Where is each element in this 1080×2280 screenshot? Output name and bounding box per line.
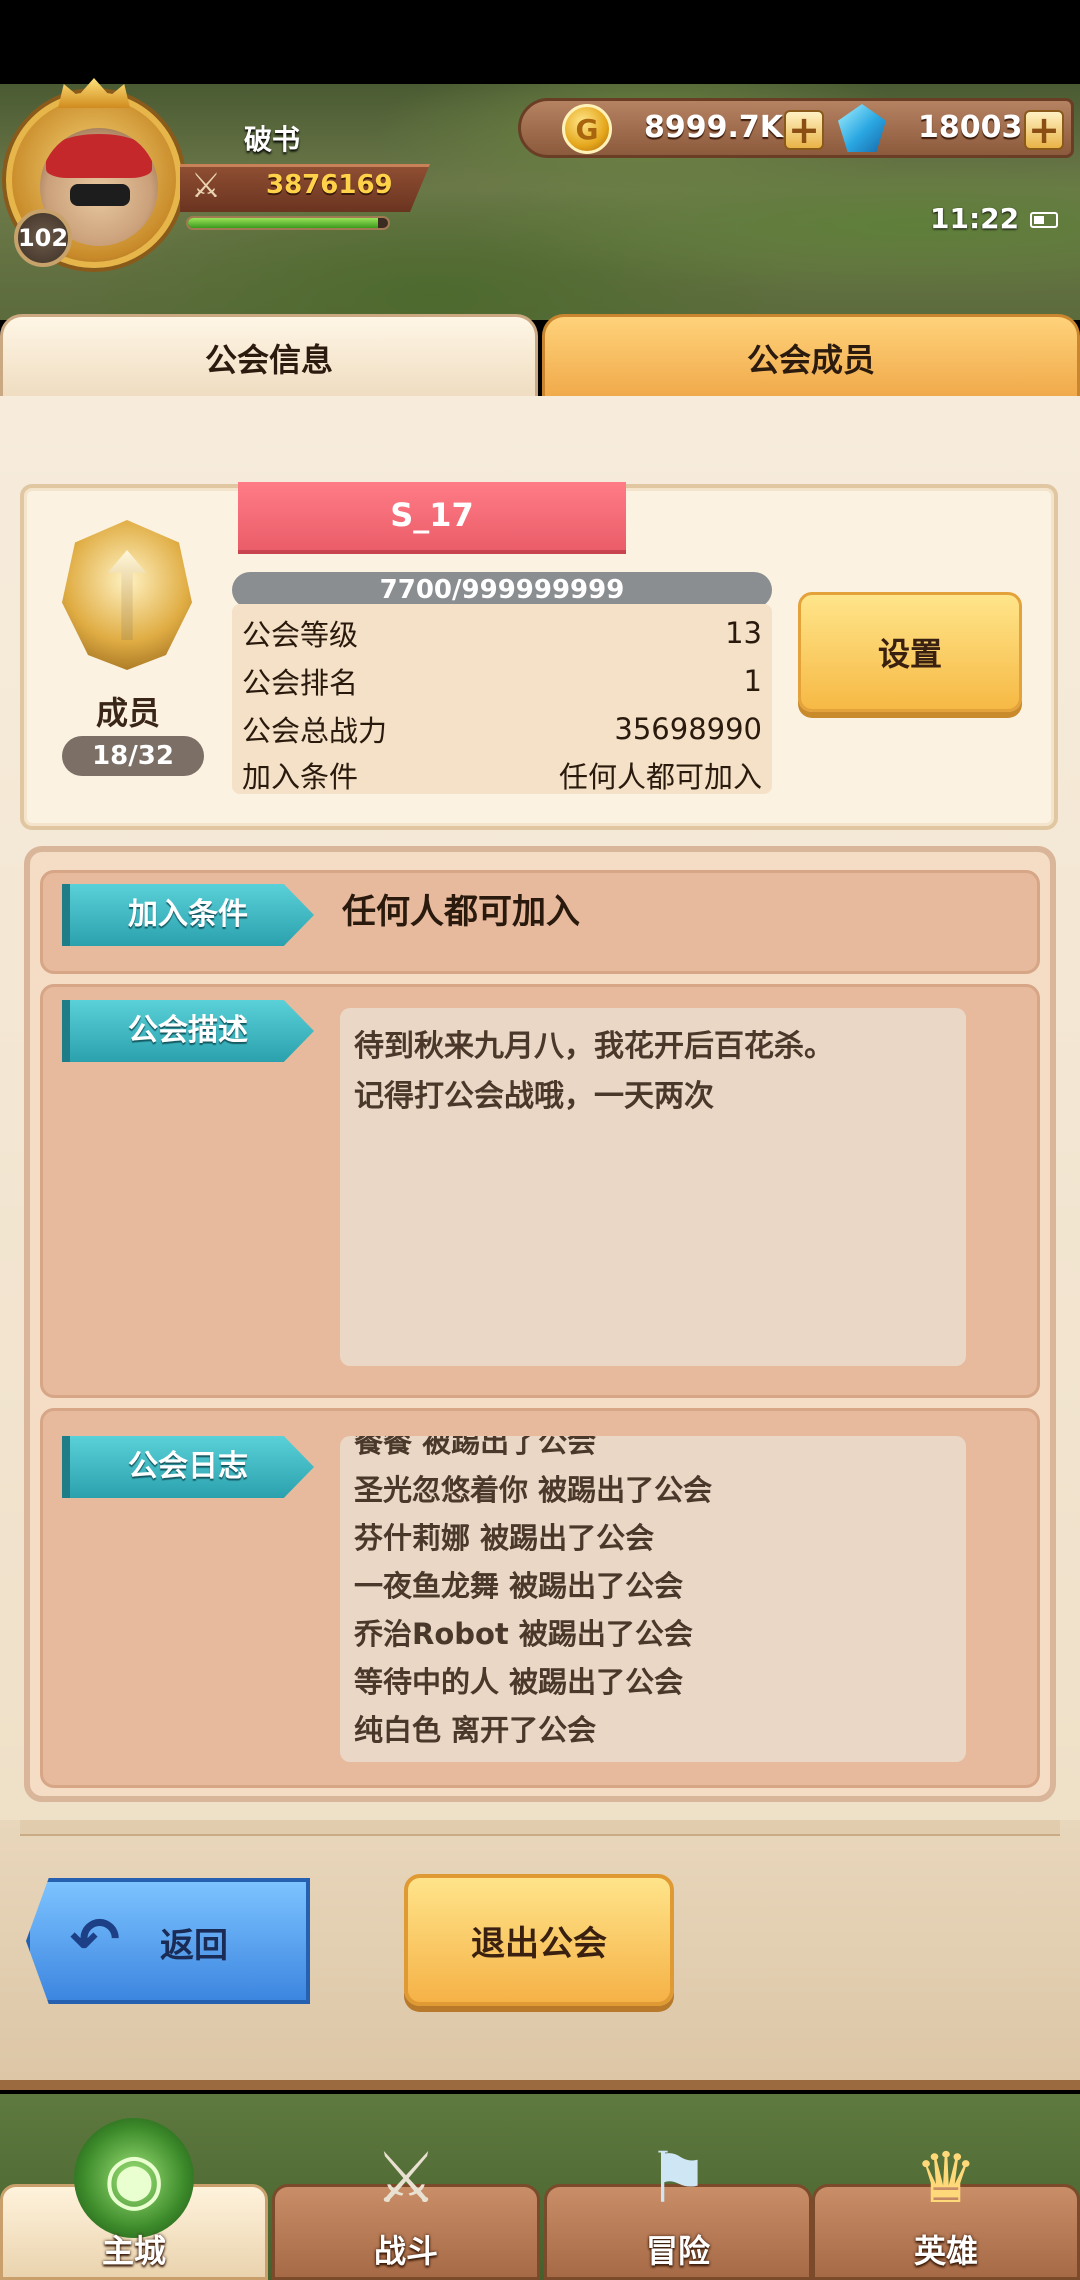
gold-coin-icon: G xyxy=(562,104,612,154)
description-line: 记得打公会战哦，一天两次 xyxy=(354,1079,714,1114)
log-item: 乔治Robot 被踢出了公会 xyxy=(354,1617,693,1651)
log-item: 一夜鱼龙舞 被踢出了公会 xyxy=(354,1569,684,1603)
battery-icon xyxy=(1030,212,1058,228)
add-gems-button[interactable]: + xyxy=(1024,110,1064,150)
guild-stats: 公会等级 13 公会排名 1 公会总战力 35698990 加入条件 任何人都可… xyxy=(232,604,772,794)
nav-label-battle: 战斗 xyxy=(373,2232,438,2270)
guild-name-banner: S_17 xyxy=(238,482,626,554)
nav-label-heroes: 英雄 xyxy=(913,2232,978,2270)
crossed-swords-icon: ⚔ xyxy=(374,2137,438,2219)
description-line: 待到秋来九月八，我花开后百花杀。 xyxy=(354,1029,834,1064)
log-item: 圣光忽悠着你 被踢出了公会 xyxy=(354,1473,713,1507)
coin-amount: 8999.7K xyxy=(644,110,784,145)
leave-guild-button[interactable]: 退出公会 xyxy=(404,1874,674,2006)
nav-label-adventure: 冒险 xyxy=(645,2232,710,2270)
log-item: 芬什莉娜 被踢出了公会 xyxy=(354,1521,655,1555)
back-button-label: 返回 xyxy=(160,1926,228,1966)
status-bar xyxy=(0,0,1080,84)
guild-exp-bar: 7700/999999999 xyxy=(232,572,772,608)
player-level-badge: 102 xyxy=(14,209,72,267)
tab-guild-members[interactable]: 公会成员 xyxy=(542,314,1080,398)
scroll-map-icon: ⚑ xyxy=(646,2137,710,2219)
log-item: 纯白色 离开了公会 xyxy=(354,1713,597,1747)
return-arrow-icon: ↶ xyxy=(69,1905,121,1975)
stat-row-join-condition: 加入条件 任何人都可加入 xyxy=(242,752,762,798)
player-power: 3876169 xyxy=(266,170,393,200)
join-condition-ribbon: 加入条件 xyxy=(62,884,314,946)
add-coins-button[interactable]: + xyxy=(784,110,824,150)
player-exp-fill xyxy=(188,218,378,228)
hero-crest-icon: ♛ xyxy=(914,2137,978,2219)
stat-label: 公会总战力 xyxy=(242,714,388,748)
log-item: 等待中的人 被踢出了公会 xyxy=(354,1665,684,1699)
gem-amount: 18003 xyxy=(918,110,1023,145)
player-exp-bar xyxy=(186,216,390,230)
log-ribbon: 公会日志 xyxy=(62,1436,314,1498)
stat-label: 加入条件 xyxy=(242,760,359,794)
stat-row-power: 公会总战力 35698990 xyxy=(242,706,762,752)
description-text: 待到秋来九月八，我花开后百花杀。 记得打公会战哦，一天两次 xyxy=(340,1008,966,1366)
stat-value: 13 xyxy=(725,616,762,650)
description-ribbon: 公会描述 xyxy=(62,1000,314,1062)
stat-row-rank: 公会排名 1 xyxy=(242,658,762,704)
join-condition-value: 任何人都可加入 xyxy=(342,892,580,932)
settings-button[interactable]: 设置 xyxy=(798,592,1022,712)
stat-value: 任何人都可加入 xyxy=(558,760,762,794)
stat-value: 35698990 xyxy=(614,712,762,746)
player-name: 破书 xyxy=(244,123,301,156)
top-hud: 102 破书 ⚔ 3876169 G 8999.7K + 18003 + 11:… xyxy=(0,78,1080,320)
castle-icon: ◉ xyxy=(74,2118,194,2238)
log-item: 餐餐 被踢出了公会 xyxy=(354,1436,597,1459)
stat-label: 公会排名 xyxy=(242,666,359,700)
stat-value: 1 xyxy=(743,664,762,698)
log-scroll-list[interactable]: 餐餐 被踢出了公会 圣光忽悠着你 被踢出了公会 芬什莉娜 被踢出了公会 一夜鱼龙… xyxy=(340,1436,966,1762)
stat-row-level: 公会等级 13 xyxy=(242,610,762,656)
tab-guild-info[interactable]: 公会信息 xyxy=(0,314,538,398)
members-count: 18/32 xyxy=(62,736,204,776)
log-list: 餐餐 被踢出了公会 圣光忽悠着你 被踢出了公会 芬什莉娜 被踢出了公会 一夜鱼龙… xyxy=(354,1436,952,1754)
clock: 11:22 xyxy=(930,202,1020,235)
nav-label-main-city: 主城 xyxy=(101,2232,166,2270)
crossed-swords-icon: ⚔ xyxy=(190,166,222,206)
members-label: 成员 xyxy=(96,694,161,732)
stat-label: 公会等级 xyxy=(242,618,359,652)
